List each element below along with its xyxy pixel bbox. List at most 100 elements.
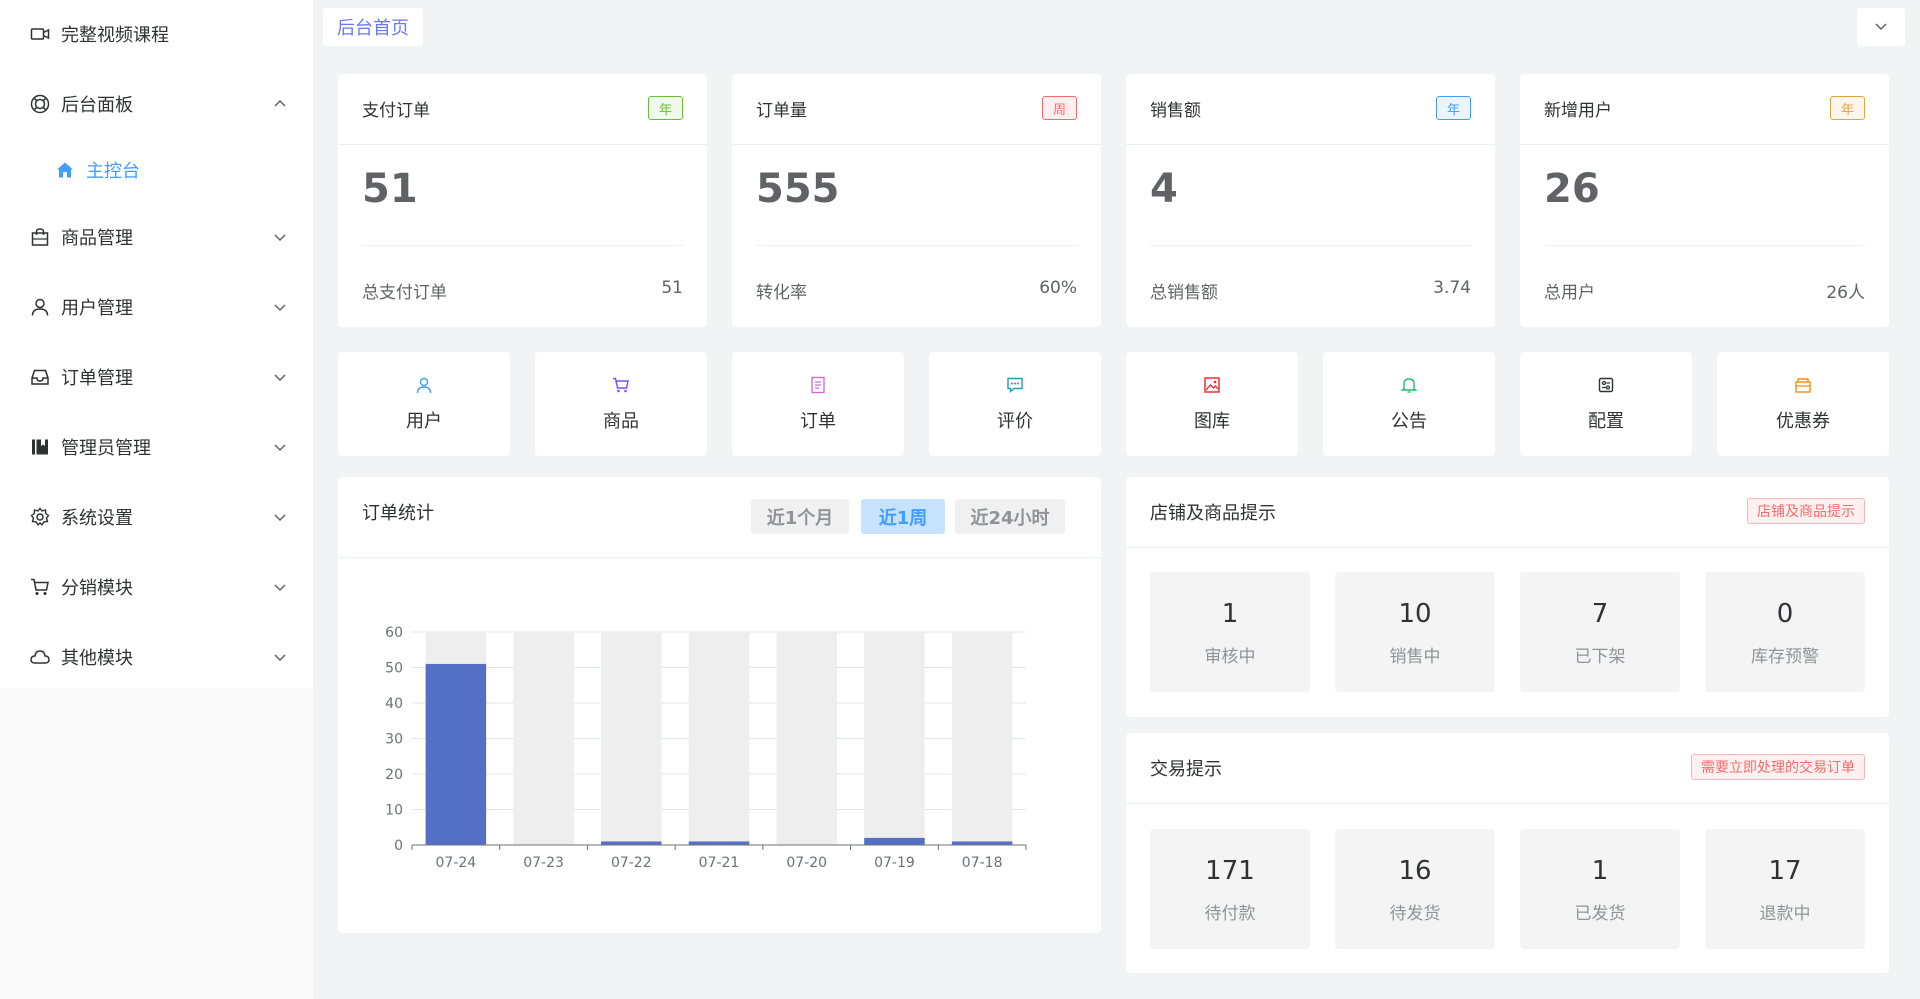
tile-label: 退款中 (1759, 904, 1811, 924)
dashboard-icon (29, 93, 51, 115)
sidebar-item-label: 系统设置 (61, 508, 133, 529)
divider (1520, 144, 1889, 145)
scrollbar-track[interactable] (1910, 0, 1920, 999)
tile-label: 销售中 (1389, 647, 1441, 667)
y-tick-label: 50 (385, 661, 403, 677)
sidebar-item-goods[interactable]: 商品管理 (0, 212, 313, 262)
quick-link-label: 评价 (997, 411, 1033, 432)
x-tick-label: 07-20 (786, 855, 827, 871)
tile-label: 审核中 (1204, 647, 1256, 667)
tile-shipped[interactable]: 1 已发货 (1520, 829, 1680, 949)
shop-tips-tag: 店铺及商品提示 (1747, 498, 1865, 524)
cart-icon (29, 576, 51, 598)
picture-icon (1126, 376, 1298, 396)
bar (425, 663, 487, 845)
divider (1126, 144, 1495, 145)
bar (864, 837, 925, 845)
chevron-down-icon (272, 369, 288, 385)
tab-dashboard-home[interactable]: 后台首页 (323, 8, 423, 46)
tile-pending-shipment[interactable]: 16 待发货 (1335, 829, 1495, 949)
sidebar-item-dashboard[interactable]: 后台面板 (0, 79, 313, 129)
panel-title: 交易提示 (1150, 759, 1222, 780)
inbox-icon (29, 366, 51, 388)
quick-link-coupons[interactable]: 优惠券 (1717, 352, 1889, 456)
quick-link-goods[interactable]: 商品 (535, 352, 707, 456)
quick-link-config[interactable]: 配置 (1520, 352, 1692, 456)
sidebar-item-admins[interactable]: 管理员管理 (0, 422, 313, 472)
divider (338, 144, 707, 145)
tile-under-review[interactable]: 1 审核中 (1150, 572, 1310, 692)
quick-link-label: 用户 (406, 411, 442, 432)
y-tick-label: 0 (394, 838, 403, 854)
tile-value: 16 (1398, 856, 1432, 886)
stat-footer-label: 总销售额 (1150, 283, 1218, 303)
x-tick-label: 07-23 (523, 855, 564, 871)
chevron-down-icon (272, 649, 288, 665)
chevron-down-icon (272, 509, 288, 525)
sidebar-item-settings[interactable]: 系统设置 (0, 492, 313, 542)
stat-footer-label: 转化率 (756, 283, 807, 303)
stat-card-order-volume: 订单量 周 555 转化率 60% (732, 74, 1101, 327)
shopping-bag-icon (29, 226, 51, 248)
tile-on-sale[interactable]: 10 销售中 (1335, 572, 1495, 692)
sidebar-item-label: 商品管理 (61, 228, 133, 249)
stat-footer-value: 51 (661, 278, 683, 298)
notebook-icon (29, 436, 51, 458)
quick-link-reviews[interactable]: 评价 (929, 352, 1101, 456)
shop-tips-panel: 店铺及商品提示 店铺及商品提示 1 审核中 10 销售中 7 已下架 0 库存预… (1126, 477, 1889, 717)
quick-link-label: 图库 (1194, 411, 1230, 432)
quick-link-label: 商品 (603, 411, 639, 432)
tile-value: 1 (1591, 856, 1609, 886)
sidebar-item-distribution[interactable]: 分销模块 (0, 562, 313, 612)
quick-link-gallery[interactable]: 图库 (1126, 352, 1298, 456)
tile-stock-alert[interactable]: 0 库存预警 (1705, 572, 1865, 692)
tile-label: 已下架 (1574, 647, 1626, 667)
x-tick-label: 07-18 (962, 855, 1003, 871)
sidebar-item-orders[interactable]: 订单管理 (0, 352, 313, 402)
quick-link-users[interactable]: 用户 (338, 352, 510, 456)
sidebar-item-video-course[interactable]: 完整视频课程 (0, 9, 313, 59)
trade-tips-tag: 需要立即处理的交易订单 (1691, 754, 1865, 780)
tile-label: 待付款 (1204, 904, 1256, 924)
user-icon (29, 296, 51, 318)
panel-title: 订单统计 (362, 503, 434, 524)
stat-card-new-users: 新增用户 年 26 总用户 26人 (1520, 74, 1889, 327)
sidebar-item-label: 订单管理 (61, 368, 133, 389)
tile-label: 库存预警 (1751, 647, 1819, 667)
stat-title: 支付订单 (362, 101, 430, 121)
y-tick-label: 10 (385, 803, 403, 819)
x-tick-label: 07-24 (436, 855, 477, 871)
tile-pending-payment[interactable]: 171 待付款 (1150, 829, 1310, 949)
divider (732, 144, 1101, 145)
x-tick-label: 07-22 (611, 855, 652, 871)
order-stats-panel: 订单统计 近1个月 近1周 近24小时 0 10 20 30 40 50 60 07-24 07… (338, 477, 1101, 933)
bar-background (951, 632, 1013, 845)
range-button-24h[interactable]: 近24小时 (955, 499, 1065, 534)
bar (601, 841, 662, 845)
bar (951, 841, 1013, 845)
tile-off-shelf[interactable]: 7 已下架 (1520, 572, 1680, 692)
quick-link-orders[interactable]: 订单 (732, 352, 904, 456)
stat-title: 销售额 (1150, 101, 1201, 121)
tile-value: 17 (1768, 856, 1802, 886)
range-button-month[interactable]: 近1个月 (751, 499, 849, 534)
tile-label: 已发货 (1574, 904, 1626, 924)
range-button-week[interactable]: 近1周 (861, 499, 945, 534)
bar-background (513, 632, 574, 845)
chevron-down-icon (272, 579, 288, 595)
y-tick-label: 20 (385, 767, 403, 783)
tile-label: 待发货 (1389, 904, 1441, 924)
y-tick-label: 30 (385, 732, 403, 748)
quick-link-notices[interactable]: 公告 (1323, 352, 1495, 456)
tile-refunding[interactable]: 17 退款中 (1705, 829, 1865, 949)
stat-footer-label: 总支付订单 (362, 283, 447, 303)
sidebar-item-console[interactable]: 主控台 (0, 145, 313, 195)
sidebar-item-users[interactable]: 用户管理 (0, 282, 313, 332)
quick-link-label: 公告 (1391, 411, 1427, 432)
tabs-dropdown-button[interactable] (1857, 8, 1905, 46)
bar-background (688, 632, 750, 845)
stat-footer-label: 总用户 (1544, 283, 1595, 303)
config-icon (1520, 376, 1692, 396)
period-badge: 年 (1436, 96, 1471, 120)
sidebar-item-other[interactable]: 其他模块 (0, 632, 313, 682)
